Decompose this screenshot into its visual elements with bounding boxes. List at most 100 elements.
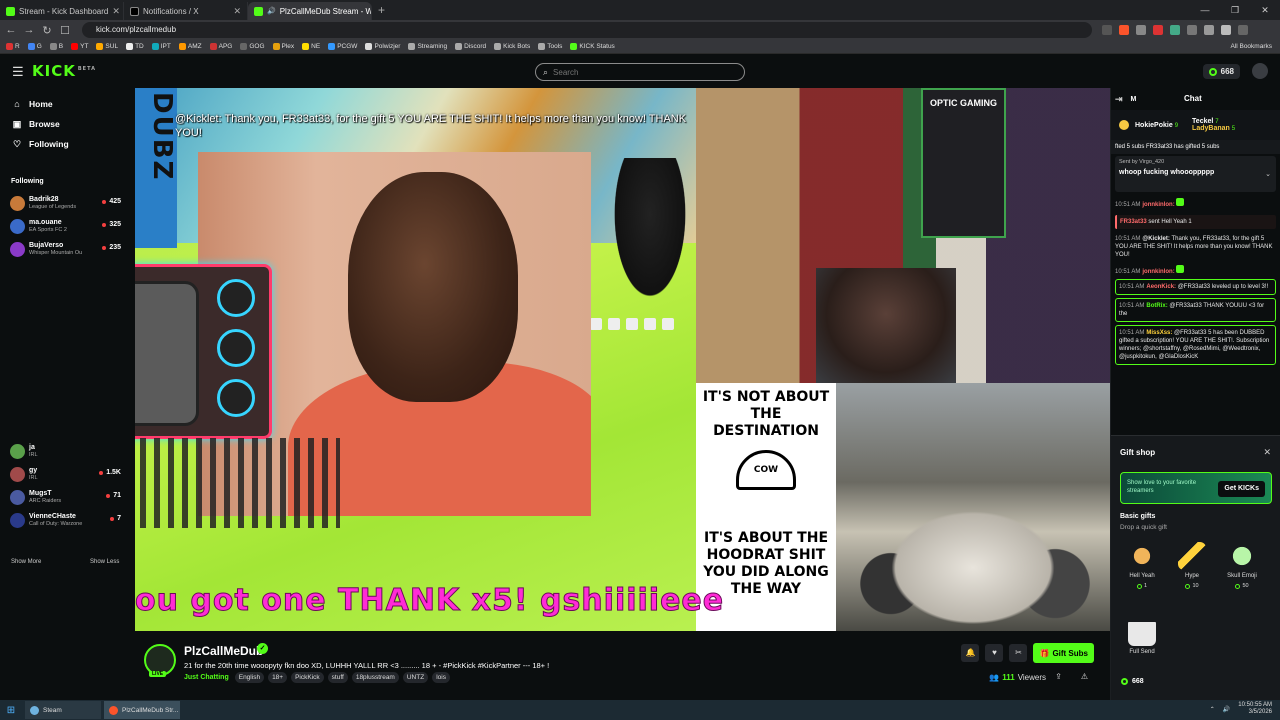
search-bar[interactable]: ⌕ (535, 63, 745, 81)
following-channel[interactable]: gy IRL 1.5K (0, 463, 132, 486)
close-window-icon[interactable]: ✕ (1250, 0, 1280, 20)
hamburger-icon[interactable]: ☰ (12, 64, 24, 80)
gift-subs-button[interactable]: 🎁 Gift Subs (1033, 643, 1094, 663)
close-icon[interactable]: ✕ (112, 6, 120, 17)
video-figure-head (348, 172, 518, 402)
chevron-down-icon[interactable]: ⌄ (1265, 170, 1271, 178)
extension-icon[interactable] (1187, 25, 1197, 35)
url-field[interactable]: kick.com/plzcallmedub (82, 22, 1092, 38)
bookmark-folder[interactable]: Kick Bots (494, 43, 530, 50)
clip-icon[interactable]: ✂ (1009, 644, 1028, 662)
following-channel[interactable]: ma.ouane EA Sports FC 2 325 (0, 215, 132, 238)
chat-mode[interactable]: M (1131, 96, 1137, 103)
taskbar-app-browser[interactable]: PlzCallMeDub Str... (104, 701, 180, 719)
sidebar-item-home[interactable]: ⌂ Home (0, 94, 132, 114)
tray-chevron-icon[interactable]: ⌃ (1210, 706, 1215, 713)
bookmark-folder[interactable]: Discord (455, 43, 486, 50)
extension-icon[interactable] (1170, 25, 1180, 35)
desktop-icon (590, 318, 602, 330)
tag[interactable]: UNTZ (402, 672, 429, 683)
show-less-link[interactable]: Show Less (90, 559, 119, 565)
tag[interactable]: 18+ (268, 672, 288, 683)
extension-icon[interactable] (1221, 25, 1231, 35)
browser-tab-active[interactable]: 🔊 PlzCallMeDub Stream - Watc ✕ (248, 2, 372, 20)
report-icon[interactable]: ⚠ (1081, 672, 1088, 681)
extension-icon[interactable] (1153, 25, 1163, 35)
sidebar-item-browse[interactable]: ▣ Browse (0, 114, 132, 134)
tag[interactable]: English (234, 672, 265, 683)
kicks-coin-icon (1235, 583, 1241, 589)
following-channel[interactable]: BujaVerso Whisper Mountain Ou 235 (0, 238, 132, 261)
bookmark-item[interactable]: PCGW (328, 43, 357, 50)
address-bar-row: ← → ↻ ☐ kick.com/plzcallmedub (0, 20, 1280, 40)
following-channel[interactable]: ja IRL (0, 440, 132, 463)
live-dot-icon (102, 199, 107, 204)
following-channel[interactable]: MugsT ARC Raiders 71 (0, 486, 132, 509)
clock[interactable]: 10:50:55 AM 3/5/2026 (1238, 702, 1272, 716)
reload-icon[interactable]: ↻ (40, 24, 54, 37)
notification-bell-icon[interactable]: 🔔 (961, 644, 980, 662)
kicks-balance[interactable]: 668 (1121, 678, 1144, 685)
gift-item[interactable]: Hype 10 (1170, 542, 1214, 589)
bookmark-item[interactable]: IPT (151, 43, 171, 50)
following-channel[interactable]: VienneCHaste Call of Duty: Warzone 7 (0, 509, 132, 532)
bookmark-folder[interactable]: Streaming (408, 43, 447, 50)
bookmark-item[interactable]: Polwizjer (365, 43, 400, 50)
bookmark-item[interactable]: KICK Status (570, 43, 615, 50)
follow-heart-icon[interactable]: ♥ (985, 644, 1004, 662)
extension-icon[interactable] (1136, 25, 1146, 35)
new-tab-button[interactable]: + (372, 3, 385, 17)
minimize-icon[interactable]: — (1190, 0, 1220, 20)
bookmark-item[interactable]: YT (71, 43, 88, 50)
category-link[interactable]: Just Chatting (184, 674, 229, 681)
brave-shield-icon[interactable] (1119, 25, 1129, 35)
channel-name[interactable]: PlzCallMeDub (184, 644, 263, 658)
gift-item[interactable]: Skull Emoji 50 (1220, 542, 1264, 589)
bookmark-item[interactable]: AMZ (178, 43, 202, 50)
volume-icon[interactable]: 🔊 (1223, 706, 1230, 713)
windows-start-icon[interactable]: ⊞ (0, 705, 22, 716)
avatar[interactable] (1252, 63, 1268, 79)
forward-icon[interactable]: → (22, 24, 36, 36)
bookmark-item[interactable]: APG (209, 43, 232, 50)
speaker-icon[interactable]: 🔊 (267, 7, 276, 15)
search-input[interactable] (553, 67, 724, 77)
gift-item[interactable]: Full Send (1120, 618, 1164, 655)
tag[interactable]: 18plusstream (351, 672, 399, 683)
kick-logo[interactable]: KICK BETA (32, 62, 96, 80)
bookmark-item[interactable]: B (49, 43, 63, 50)
kicks-balance-button[interactable]: 668 (1202, 64, 1240, 79)
collapse-chat-icon[interactable]: ⇥ (1115, 94, 1123, 105)
bookmark-item[interactable]: R (6, 43, 20, 50)
bookmark-item[interactable]: TD (126, 43, 144, 50)
following-channel[interactable]: Badrik28 League of Legends 425 (0, 192, 132, 215)
video-player[interactable]: DUBZ @Kicklet: Thank you, FR33at33, for … (135, 88, 1110, 631)
share-icon[interactable] (1102, 25, 1112, 35)
close-icon[interactable]: ✕ (233, 6, 241, 17)
bookmark-page-icon[interactable]: ☐ (58, 24, 72, 37)
bookmark-item[interactable]: NE (302, 43, 320, 50)
tag[interactable]: PickKick (291, 672, 324, 683)
extension-icon[interactable] (1204, 25, 1214, 35)
menu-icon[interactable] (1238, 25, 1248, 35)
gift-item[interactable]: Hell Yeah 1 (1120, 542, 1164, 589)
show-more-link[interactable]: Show More (11, 559, 41, 565)
sidebar-item-following[interactable]: ♡ Following (0, 134, 132, 154)
share-icon[interactable]: ⇪ (1055, 672, 1062, 681)
browser-tab[interactable]: Stream - Kick Dashboard ✕ (0, 2, 124, 20)
bookmark-item[interactable]: G (27, 43, 42, 50)
kick-favicon-icon (254, 6, 263, 16)
tag[interactable]: lois (432, 672, 450, 683)
back-icon[interactable]: ← (4, 24, 18, 36)
bookmark-item[interactable]: GOG (240, 43, 265, 50)
taskbar-app-steam[interactable]: Steam (25, 701, 101, 719)
maximize-icon[interactable]: ❐ (1220, 0, 1250, 20)
all-bookmarks[interactable]: All Bookmarks (1230, 43, 1272, 50)
bookmark-item[interactable]: Plex (272, 43, 294, 50)
tag[interactable]: stuff (327, 672, 348, 683)
close-icon[interactable]: ✕ (1263, 447, 1271, 458)
get-kicks-button[interactable]: Get KICKs (1218, 481, 1265, 497)
bookmark-item[interactable]: SUL (96, 43, 118, 50)
bookmark-folder[interactable]: Tools (538, 43, 562, 50)
browser-tab[interactable]: Notifications / X ✕ (124, 2, 248, 20)
